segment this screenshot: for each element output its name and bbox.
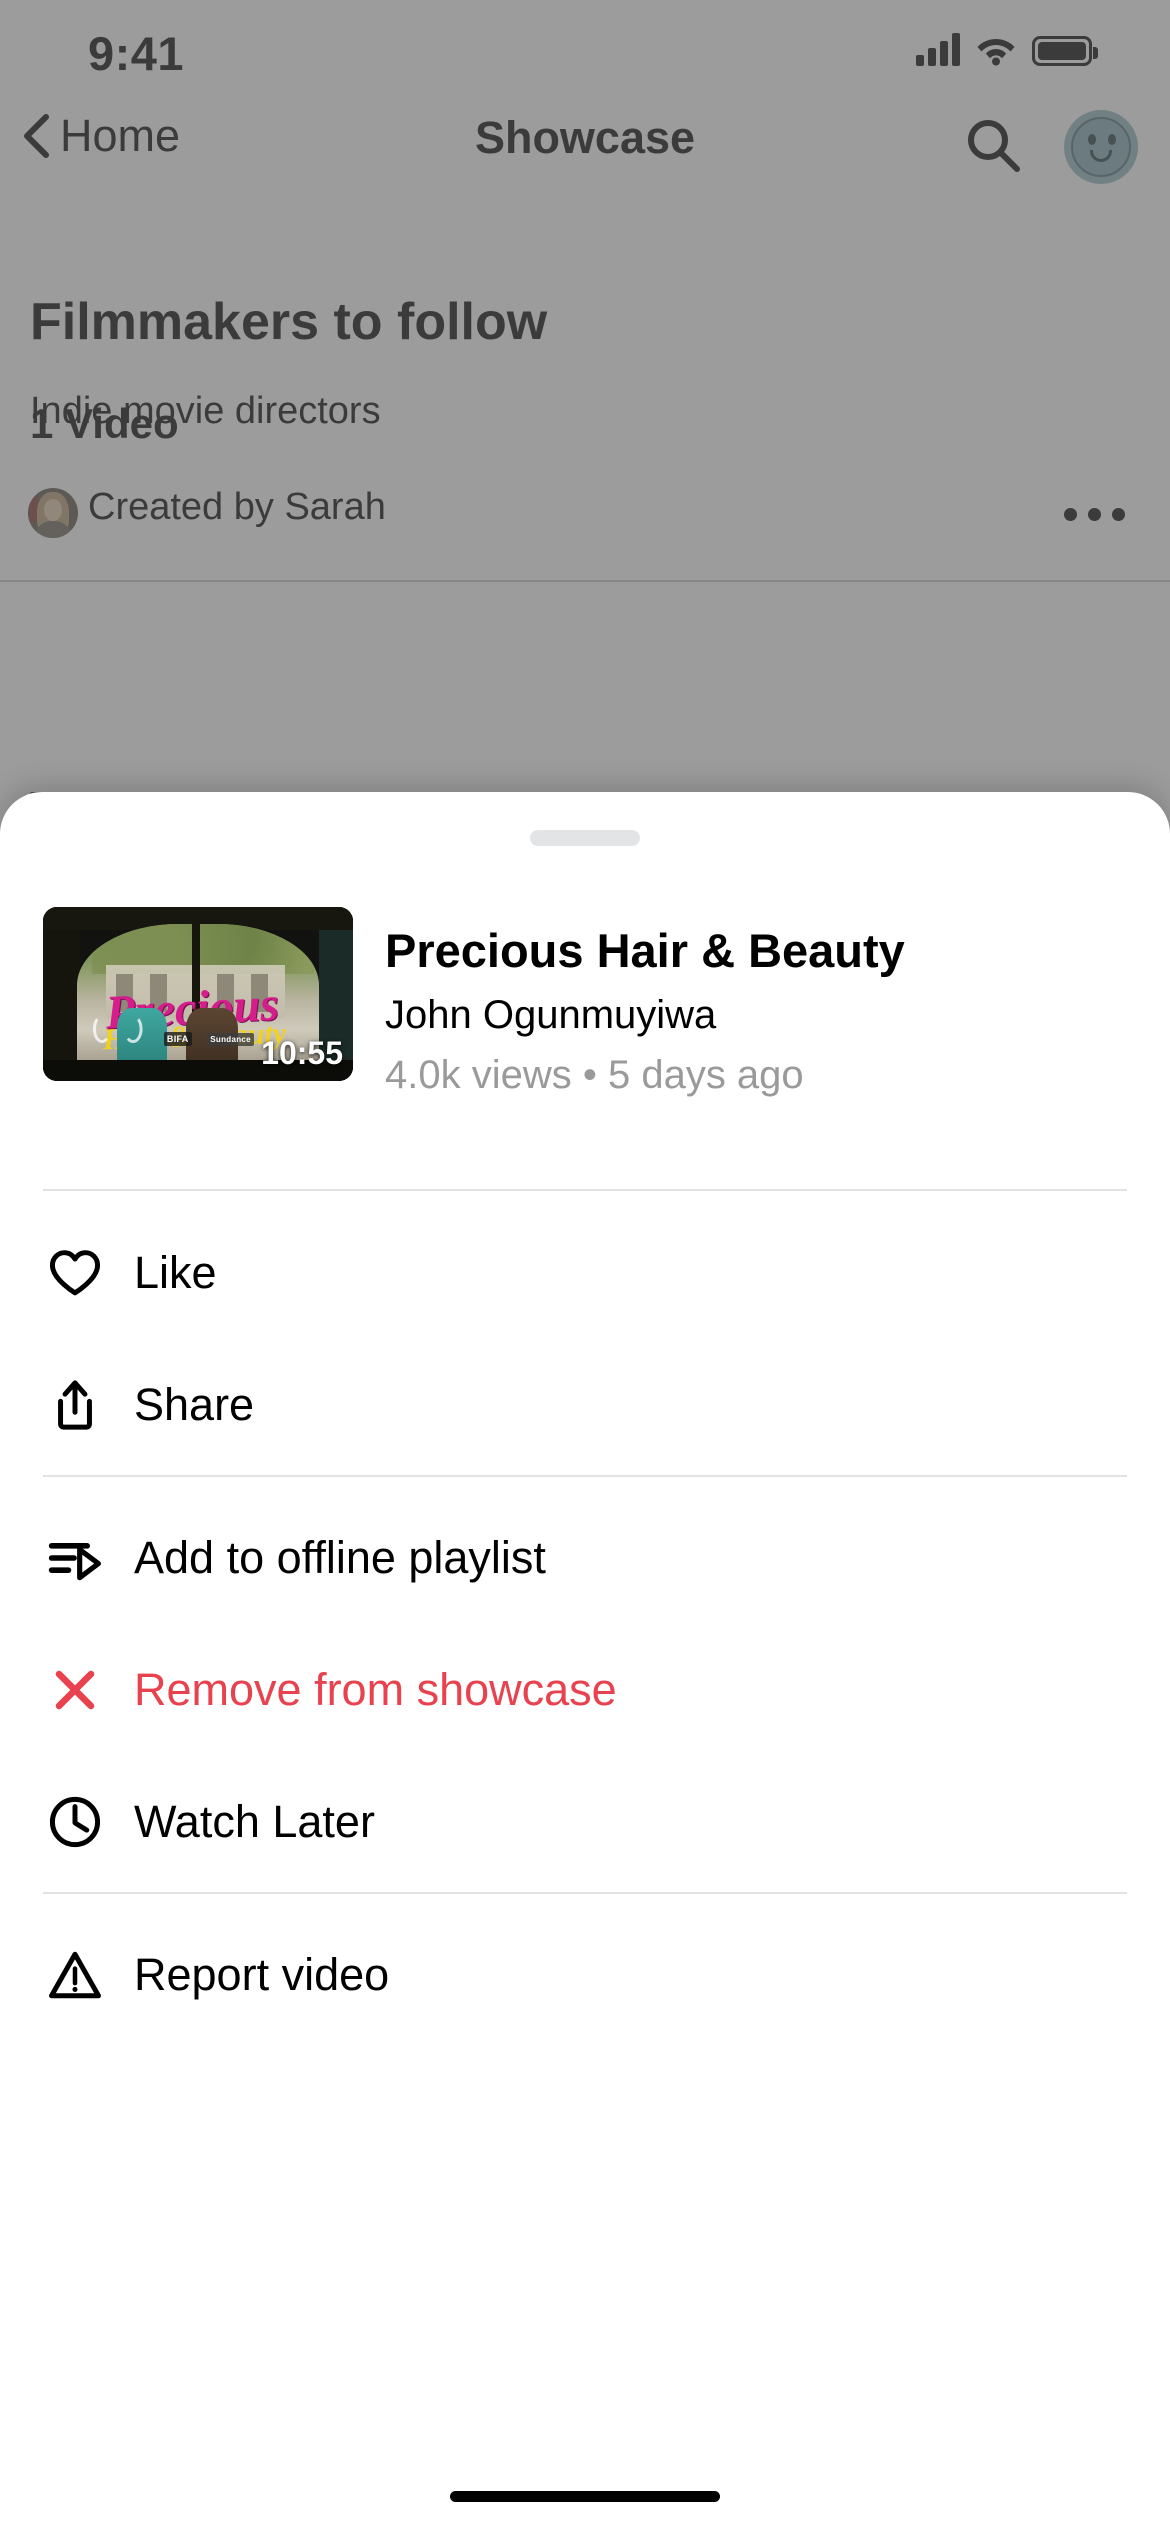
menu-item-label: Report video (134, 1949, 390, 2000)
menu-item-label: Remove from showcase (134, 1664, 617, 1715)
sheet-video-channel: John Ogunmuyiwa (385, 993, 717, 1037)
sheet-video-title: Precious Hair & Beauty (385, 924, 905, 977)
sheet-video-duration-badge: 10:55 (261, 1035, 343, 1071)
menu-item-add-to-offline-playlist[interactable]: Add to offline playlist (0, 1492, 1170, 1624)
divider (43, 1892, 1127, 1894)
sheet-video-thumbnail: Precious Hair & Beauty BIFA Sundance 10:… (43, 907, 353, 1081)
menu-item-label: Share (134, 1379, 255, 1430)
phone-screen: 9:41 (0, 0, 1170, 2532)
drag-handle[interactable] (530, 830, 640, 846)
sheet-video-metadata: 4.0k views • 5 days ago (385, 1053, 804, 1097)
menu-item-watch-later[interactable]: Watch Later (0, 1756, 1170, 1888)
heart-icon (44, 1242, 106, 1304)
close-x-icon (44, 1659, 106, 1721)
warning-triangle-icon (44, 1944, 106, 2006)
menu-item-label: Watch Later (134, 1796, 375, 1847)
menu-item-share[interactable]: Share (0, 1339, 1170, 1471)
clock-icon (44, 1791, 106, 1853)
playlist-add-icon (44, 1527, 106, 1589)
menu-item-label: Add to offline playlist (134, 1532, 546, 1583)
share-icon (44, 1374, 106, 1436)
festival-badge-sundance: Sundance (207, 1033, 254, 1047)
action-bottom-sheet: Precious Hair & Beauty BIFA Sundance 10:… (0, 792, 1170, 2532)
sheet-video-header: Precious Hair & Beauty BIFA Sundance 10:… (0, 907, 1170, 1127)
divider (43, 1475, 1127, 1477)
menu-item-remove-from-showcase[interactable]: Remove from showcase (0, 1624, 1170, 1756)
divider (43, 1189, 1127, 1191)
menu-item-like[interactable]: Like (0, 1207, 1170, 1339)
menu-item-report-video[interactable]: Report video (0, 1909, 1170, 2041)
home-indicator (450, 2491, 720, 2502)
menu-item-label: Like (134, 1247, 217, 1298)
festival-badge-bifa: BIFA (163, 1032, 192, 1047)
